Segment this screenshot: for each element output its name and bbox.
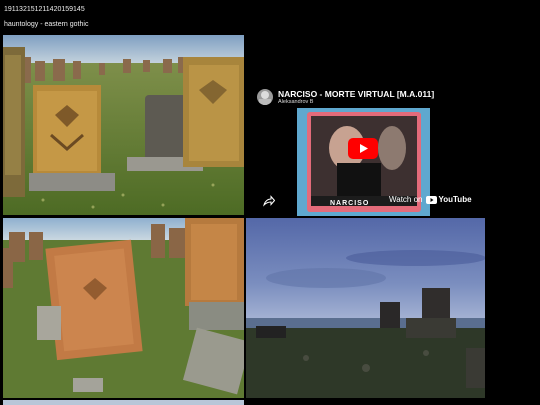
photo-partial-bottom[interactable] [3, 400, 244, 405]
video-title[interactable]: NARCISO - MORTE VIRTUAL [M.A.011] [278, 89, 434, 99]
photo-khachkars-2[interactable] [3, 218, 244, 398]
youtube-logo-icon [425, 195, 437, 204]
post-tags[interactable]: hauntology - eastern gothic [4, 21, 88, 28]
video-channel[interactable]: Aleksandrov B [278, 99, 313, 105]
thumbnail-band-text: NARCISO [330, 200, 370, 207]
channel-avatar[interactable] [257, 89, 273, 105]
watch-on-label: Watch on [389, 195, 423, 204]
watch-on-youtube-link[interactable]: Watch on YouTube [389, 195, 472, 204]
post-id: 191132151211420159145 [4, 6, 85, 13]
youtube-logo: YouTube [425, 195, 472, 204]
photo-khachkars-1[interactable] [3, 35, 244, 215]
youtube-wordmark: YouTube [438, 195, 472, 204]
photo-lake-dusk[interactable] [246, 218, 485, 398]
play-button[interactable] [348, 138, 378, 159]
share-icon[interactable] [263, 194, 276, 207]
